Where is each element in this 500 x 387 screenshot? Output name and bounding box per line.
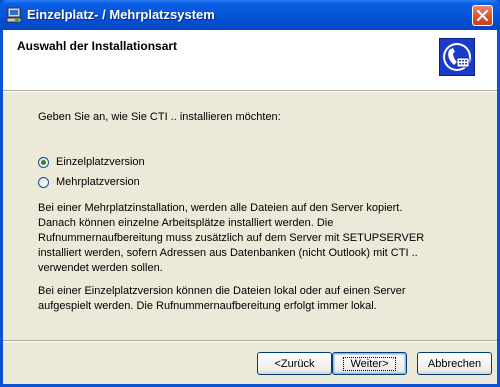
next-button[interactable]: Weiter> <box>332 352 407 375</box>
radio-mehrplatz[interactable] <box>38 176 49 188</box>
footer-divider-highlight <box>3 341 497 342</box>
option-mehrplatz[interactable]: Mehrplatzversion <box>38 174 140 190</box>
close-button[interactable] <box>472 5 493 26</box>
close-icon <box>477 10 488 21</box>
window-title: Einzelplatz- / Mehrplatzsystem <box>27 7 215 22</box>
option-label-einzelplatz: Einzelplatzversion <box>56 156 145 168</box>
cancel-button[interactable]: Abbrechen <box>417 352 492 375</box>
mehrplatz-description: Bei einer Mehrplatzinstallation, werden … <box>38 202 425 274</box>
radio-einzelplatz[interactable] <box>38 156 49 168</box>
setup-computer-icon <box>6 7 22 23</box>
installer-window: Einzelplatz- / Mehrplatzsystem Auswahl d… <box>0 0 500 387</box>
telephone-card-icon <box>439 38 475 76</box>
dialog-body: Auswahl der Installationsart Geben Sie a… <box>3 30 497 384</box>
back-button[interactable]: <Zurück <box>257 352 332 375</box>
cancel-button-label: Abbrechen <box>427 357 482 370</box>
option-label-mehrplatz: Mehrplatzversion <box>56 176 140 188</box>
page-title: Auswahl der Installationsart <box>17 39 178 53</box>
title-bar[interactable]: Einzelplatz- / Mehrplatzsystem <box>0 0 500 30</box>
wizard-header: Auswahl der Installationsart <box>3 30 497 91</box>
back-button-label: <Zurück <box>274 357 315 370</box>
header-divider <box>3 91 497 92</box>
install-prompt: Geben Sie an, wie Sie CTI .. installiere… <box>38 111 281 123</box>
einzelplatz-description: Bei einer Einzelplatzversion können die … <box>38 285 406 312</box>
option-einzelplatz[interactable]: Einzelplatzversion <box>38 154 145 170</box>
next-button-label: Weiter> <box>343 356 396 371</box>
